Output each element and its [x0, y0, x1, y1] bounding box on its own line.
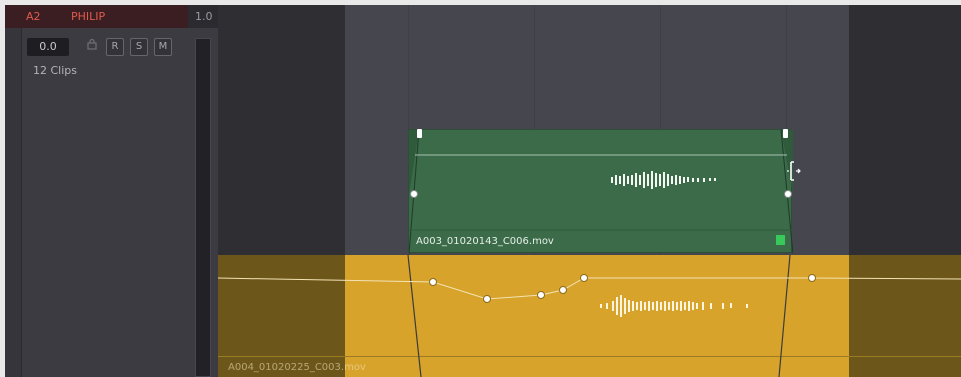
flag-marker-icon[interactable]: [776, 235, 785, 245]
clip-name-upper: A003_01020143_C006.mov: [416, 236, 554, 247]
timeline-area[interactable]: A003_01020143_C006.mov A004_01020225_C00…: [218, 5, 961, 377]
audio-clip-upper[interactable]: A003_01020143_C006.mov: [408, 129, 793, 254]
keyframe-dot[interactable]: [784, 190, 792, 198]
fade-out-handle[interactable]: [783, 129, 788, 138]
solo-button[interactable]: S: [130, 38, 148, 56]
lock-icon[interactable]: [81, 38, 103, 56]
trim-cursor-icon: [785, 161, 801, 185]
track-lane-a2: A003_01020143_C006.mov: [218, 5, 961, 255]
record-button[interactable]: R: [106, 38, 124, 56]
track-name[interactable]: PHILIP: [63, 5, 188, 28]
mute-button[interactable]: M: [154, 38, 172, 56]
lane-empty-left: [218, 5, 345, 255]
clip-name-lower: A004_01020225_C003.mov: [228, 362, 366, 373]
volume-curve-overlay: [218, 255, 961, 377]
fade-in-handle[interactable]: [417, 129, 422, 138]
track-header: A2 PHILIP 1.0 0.0 R S M 12 Clips: [5, 5, 218, 377]
waveform: [611, 171, 716, 189]
track-lane-a1: A004_01020225_C003.mov: [218, 255, 961, 377]
waveform: [600, 295, 748, 317]
timeline-panel: A2 PHILIP 1.0 0.0 R S M 12 Clips A003_01…: [5, 5, 961, 377]
keyframe-dot[interactable]: [410, 190, 418, 198]
audio-meter: [195, 38, 211, 377]
track-id[interactable]: A2: [5, 5, 63, 28]
lane-empty-right: [849, 5, 961, 255]
track-volume-field[interactable]: 0.0: [27, 38, 69, 56]
track-level: 1.0: [195, 10, 213, 23]
track-color-strip: [5, 28, 22, 377]
clip-count: 12 Clips: [33, 64, 77, 77]
